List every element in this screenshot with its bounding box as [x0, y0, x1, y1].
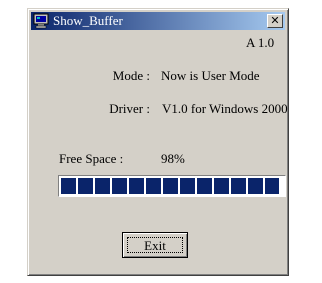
- close-button[interactable]: ✕: [267, 14, 283, 28]
- exit-button-label: Exit: [127, 237, 183, 253]
- free-space-label: Free Space :: [59, 151, 124, 166]
- show-buffer-window: Show_Buffer ✕ A 1.0 Mode : Now is User M…: [27, 8, 289, 276]
- free-space-value: 98%: [161, 151, 185, 166]
- monitor-icon: [33, 13, 49, 29]
- driver-value: V1.0 for Windows 2000: [162, 101, 288, 116]
- free-space-progress-bar: [58, 175, 286, 197]
- progress-fill: [61, 178, 279, 194]
- close-icon: ✕: [270, 14, 280, 27]
- version-label: A 1.0: [246, 35, 275, 50]
- driver-label: Driver :: [109, 101, 150, 116]
- mode-label: Mode :: [112, 68, 150, 83]
- window-title: Show_Buffer: [53, 13, 123, 28]
- exit-button[interactable]: Exit: [122, 232, 188, 258]
- title-bar[interactable]: Show_Buffer ✕: [31, 12, 285, 30]
- mode-value: Now is User Mode: [161, 68, 260, 83]
